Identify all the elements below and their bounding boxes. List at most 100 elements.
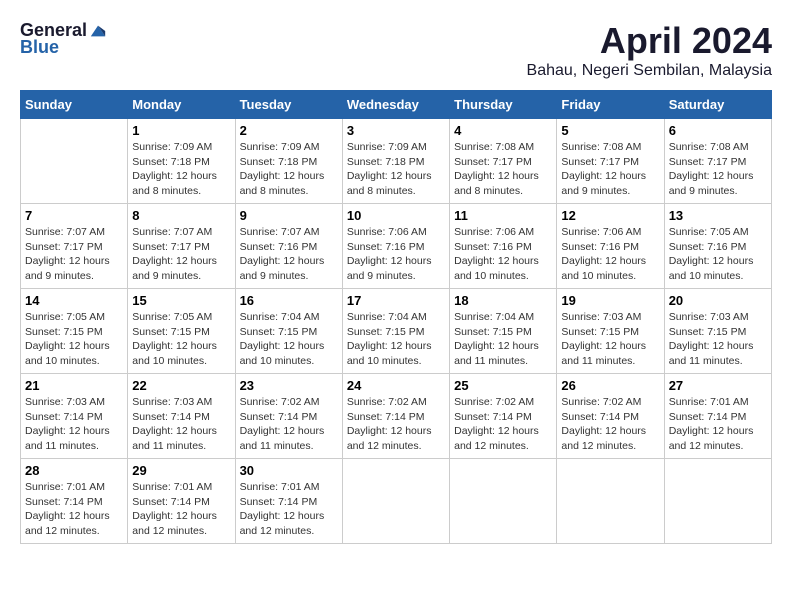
day-info: Sunrise: 7:07 AMSunset: 7:17 PMDaylight:… xyxy=(132,225,230,284)
calendar-cell: 24 Sunrise: 7:02 AMSunset: 7:14 PMDayligh… xyxy=(342,374,449,459)
day-number: 22 xyxy=(132,378,230,393)
header: General Blue April 2024 Bahau, Negeri Se… xyxy=(20,20,772,80)
day-number: 10 xyxy=(347,208,445,223)
day-number: 9 xyxy=(240,208,338,223)
day-number: 5 xyxy=(561,123,659,138)
calendar-cell: 19 Sunrise: 7:03 AMSunset: 7:15 PMDayligh… xyxy=(557,289,664,374)
day-number: 28 xyxy=(25,463,123,478)
col-header-tuesday: Tuesday xyxy=(235,91,342,119)
day-info: Sunrise: 7:05 AMSunset: 7:15 PMDaylight:… xyxy=(132,310,230,369)
day-info: Sunrise: 7:08 AMSunset: 7:17 PMDaylight:… xyxy=(561,140,659,199)
calendar-cell: 2Sunrise: 7:09 AMSunset: 7:18 PMDaylight… xyxy=(235,119,342,204)
day-number: 13 xyxy=(669,208,767,223)
location-title: Bahau, Negeri Sembilan, Malaysia xyxy=(527,62,772,80)
day-info: Sunrise: 7:06 AMSunset: 7:16 PMDaylight:… xyxy=(347,225,445,284)
day-number: 16 xyxy=(240,293,338,308)
day-number: 21 xyxy=(25,378,123,393)
day-info: Sunrise: 7:03 AMSunset: 7:14 PMDaylight:… xyxy=(25,395,123,454)
calendar-cell: 17 Sunrise: 7:04 AMSunset: 7:15 PMDayligh… xyxy=(342,289,449,374)
calendar-cell: 15 Sunrise: 7:05 AMSunset: 7:15 PMDayligh… xyxy=(128,289,235,374)
calendar-cell: 30 Sunrise: 7:01 AMSunset: 7:14 PMDayligh… xyxy=(235,459,342,544)
day-info: Sunrise: 7:02 AMSunset: 7:14 PMDaylight:… xyxy=(347,395,445,454)
day-number: 23 xyxy=(240,378,338,393)
calendar-cell: 16 Sunrise: 7:04 AMSunset: 7:15 PMDayligh… xyxy=(235,289,342,374)
week-row-3: 14 Sunrise: 7:05 AMSunset: 7:15 PMDayligh… xyxy=(21,289,772,374)
day-info: Sunrise: 7:04 AMSunset: 7:15 PMDaylight:… xyxy=(240,310,338,369)
calendar-cell: 10 Sunrise: 7:06 AMSunset: 7:16 PMDayligh… xyxy=(342,204,449,289)
header-row: SundayMondayTuesdayWednesdayThursdayFrid… xyxy=(21,91,772,119)
calendar-cell: 7Sunrise: 7:07 AMSunset: 7:17 PMDaylight… xyxy=(21,204,128,289)
calendar-cell: 26 Sunrise: 7:02 AMSunset: 7:14 PMDayligh… xyxy=(557,374,664,459)
day-number: 12 xyxy=(561,208,659,223)
day-number: 4 xyxy=(454,123,552,138)
calendar-cell: 1 Sunrise: 7:09 AMSunset: 7:18 PMDaylight… xyxy=(128,119,235,204)
calendar-cell: 9Sunrise: 7:07 AMSunset: 7:16 PMDaylight… xyxy=(235,204,342,289)
day-number: 14 xyxy=(25,293,123,308)
day-number: 30 xyxy=(240,463,338,478)
calendar-cell: 20Sunrise: 7:03 AMSunset: 7:15 PMDayligh… xyxy=(664,289,771,374)
day-info: Sunrise: 7:03 AMSunset: 7:15 PMDaylight:… xyxy=(561,310,659,369)
calendar-cell xyxy=(21,119,128,204)
calendar-cell: 18Sunrise: 7:04 AMSunset: 7:15 PMDayligh… xyxy=(450,289,557,374)
day-info: Sunrise: 7:02 AMSunset: 7:14 PMDaylight:… xyxy=(240,395,338,454)
calendar-cell: 28 Sunrise: 7:01 AMSunset: 7:14 PMDayligh… xyxy=(21,459,128,544)
title-area: April 2024 Bahau, Negeri Sembilan, Malay… xyxy=(527,20,772,80)
logo: General Blue xyxy=(20,20,107,58)
day-info: Sunrise: 7:01 AMSunset: 7:14 PMDaylight:… xyxy=(669,395,767,454)
day-info: Sunrise: 7:03 AMSunset: 7:15 PMDaylight:… xyxy=(669,310,767,369)
col-header-thursday: Thursday xyxy=(450,91,557,119)
calendar-cell: 29Sunrise: 7:01 AMSunset: 7:14 PMDayligh… xyxy=(128,459,235,544)
day-number: 19 xyxy=(561,293,659,308)
day-number: 15 xyxy=(132,293,230,308)
day-info: Sunrise: 7:03 AMSunset: 7:14 PMDaylight:… xyxy=(132,395,230,454)
col-header-saturday: Saturday xyxy=(664,91,771,119)
day-number: 24 xyxy=(347,378,445,393)
day-info: Sunrise: 7:06 AMSunset: 7:16 PMDaylight:… xyxy=(454,225,552,284)
day-info: Sunrise: 7:09 AMSunset: 7:18 PMDaylight:… xyxy=(132,140,230,199)
day-number: 8 xyxy=(132,208,230,223)
day-info: Sunrise: 7:04 AMSunset: 7:15 PMDaylight:… xyxy=(454,310,552,369)
day-info: Sunrise: 7:06 AMSunset: 7:16 PMDaylight:… xyxy=(561,225,659,284)
day-info: Sunrise: 7:01 AMSunset: 7:14 PMDaylight:… xyxy=(240,480,338,539)
logo-blue: Blue xyxy=(20,37,59,58)
calendar-cell: 14 Sunrise: 7:05 AMSunset: 7:15 PMDayligh… xyxy=(21,289,128,374)
col-header-monday: Monday xyxy=(128,91,235,119)
day-info: Sunrise: 7:05 AMSunset: 7:15 PMDaylight:… xyxy=(25,310,123,369)
day-info: Sunrise: 7:02 AMSunset: 7:14 PMDaylight:… xyxy=(561,395,659,454)
day-info: Sunrise: 7:02 AMSunset: 7:14 PMDaylight:… xyxy=(454,395,552,454)
calendar-cell: 27Sunrise: 7:01 AMSunset: 7:14 PMDayligh… xyxy=(664,374,771,459)
week-row-2: 7Sunrise: 7:07 AMSunset: 7:17 PMDaylight… xyxy=(21,204,772,289)
day-number: 3 xyxy=(347,123,445,138)
calendar-cell: 21 Sunrise: 7:03 AMSunset: 7:14 PMDayligh… xyxy=(21,374,128,459)
week-row-1: 1 Sunrise: 7:09 AMSunset: 7:18 PMDaylight… xyxy=(21,119,772,204)
day-info: Sunrise: 7:08 AMSunset: 7:17 PMDaylight:… xyxy=(454,140,552,199)
calendar-cell xyxy=(664,459,771,544)
calendar-cell: 22 Sunrise: 7:03 AMSunset: 7:14 PMDayligh… xyxy=(128,374,235,459)
day-number: 1 xyxy=(132,123,230,138)
col-header-sunday: Sunday xyxy=(21,91,128,119)
day-info: Sunrise: 7:08 AMSunset: 7:17 PMDaylight:… xyxy=(669,140,767,199)
calendar-cell: 4 Sunrise: 7:08 AMSunset: 7:17 PMDaylight… xyxy=(450,119,557,204)
day-number: 6 xyxy=(669,123,767,138)
day-number: 2 xyxy=(240,123,338,138)
calendar-cell: 23 Sunrise: 7:02 AMSunset: 7:14 PMDayligh… xyxy=(235,374,342,459)
calendar-cell xyxy=(342,459,449,544)
logo-icon xyxy=(89,22,107,40)
day-number: 25 xyxy=(454,378,552,393)
day-info: Sunrise: 7:07 AMSunset: 7:17 PMDaylight:… xyxy=(25,225,123,284)
col-header-friday: Friday xyxy=(557,91,664,119)
calendar-cell xyxy=(450,459,557,544)
day-info: Sunrise: 7:01 AMSunset: 7:14 PMDaylight:… xyxy=(25,480,123,539)
calendar-cell: 8 Sunrise: 7:07 AMSunset: 7:17 PMDaylight… xyxy=(128,204,235,289)
day-number: 11 xyxy=(454,208,552,223)
week-row-5: 28 Sunrise: 7:01 AMSunset: 7:14 PMDayligh… xyxy=(21,459,772,544)
month-title: April 2024 xyxy=(527,20,772,62)
day-number: 26 xyxy=(561,378,659,393)
calendar-cell: 25 Sunrise: 7:02 AMSunset: 7:14 PMDayligh… xyxy=(450,374,557,459)
col-header-wednesday: Wednesday xyxy=(342,91,449,119)
day-info: Sunrise: 7:01 AMSunset: 7:14 PMDaylight:… xyxy=(132,480,230,539)
day-number: 17 xyxy=(347,293,445,308)
day-info: Sunrise: 7:09 AMSunset: 7:18 PMDaylight:… xyxy=(347,140,445,199)
day-info: Sunrise: 7:04 AMSunset: 7:15 PMDaylight:… xyxy=(347,310,445,369)
calendar-cell: 12 Sunrise: 7:06 AMSunset: 7:16 PMDayligh… xyxy=(557,204,664,289)
